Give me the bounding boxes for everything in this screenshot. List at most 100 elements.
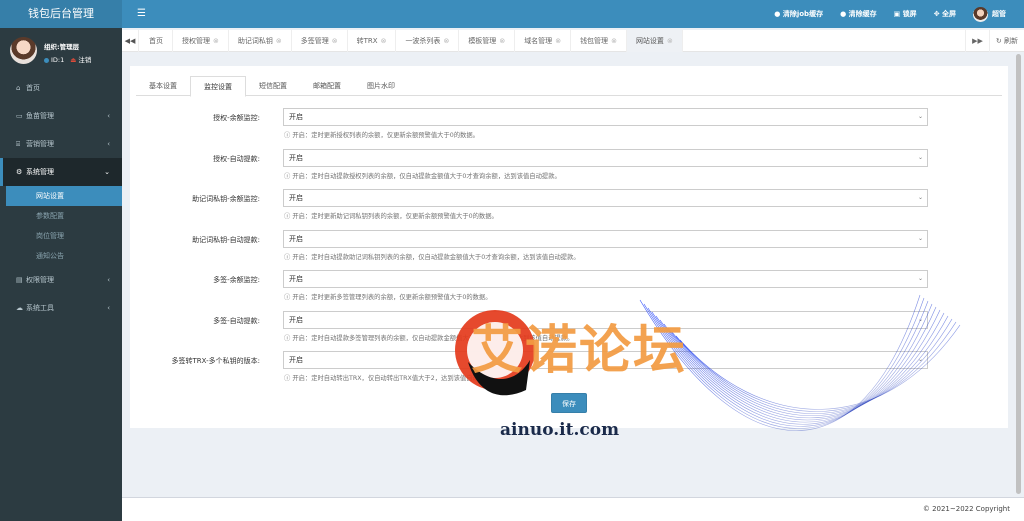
question-icon: ● [840, 10, 849, 18]
footer: © 2021~2022 Copyright [122, 497, 1024, 521]
form-label: 授权-自动提款: [213, 154, 260, 163]
chevron-down-icon: ⌄ [917, 194, 923, 201]
setting-select[interactable]: 开启 ⌄ [283, 229, 928, 248]
tab-actions: ▶▶ ↻ 刷新 [965, 30, 1024, 52]
close-icon[interactable]: ⊗ [555, 37, 561, 45]
header-username[interactable]: 超管 [992, 9, 1006, 19]
chevron-down-icon: ⌄ [917, 234, 923, 242]
tab-label: 转TRX [356, 37, 378, 45]
chevron-left-icon: ‹ [107, 112, 110, 120]
tab-scroll-right-icon[interactable]: ▶▶ [965, 30, 989, 52]
watermark-url: ainuo.it.com [500, 420, 620, 440]
header-action-button[interactable]: ▣ 锁屏 [894, 9, 917, 19]
logout-link[interactable]: 注销 [78, 56, 91, 64]
chevron-down-icon: ⌄ [917, 356, 923, 363]
close-icon[interactable]: ⊗ [499, 37, 505, 45]
help-text: ⓘ 开启：定时更新多签管理列表的余额，仅更新余额预警值大于0的数据。 [284, 292, 492, 301]
close-icon[interactable]: ⊗ [611, 37, 617, 45]
tab-6[interactable]: 模板管理 ⊗ [459, 30, 516, 52]
setting-select[interactable]: 开启 ⌄ [283, 148, 928, 167]
header-avatar[interactable] [973, 6, 988, 22]
sidebar-item-0[interactable]: ⌂ 首页 [0, 74, 122, 102]
tab-label: 授权管理 [182, 37, 210, 45]
tab-1[interactable]: 授权管理 ⊗ [173, 30, 229, 52]
select-value: 开启 [289, 153, 303, 162]
copyright: © 2021~2022 Copyright [922, 505, 1010, 513]
subtab-0[interactable]: 基本设置 [136, 76, 190, 96]
save-button[interactable]: 保存 [551, 393, 587, 413]
scrollbar-thumb[interactable] [1016, 54, 1021, 494]
sidebar-item-4[interactable]: ▤ 权限管理 ‹ [0, 266, 122, 294]
tab-label: 网站设置 [635, 37, 664, 45]
form-label: 多签-余额监控: [213, 276, 260, 284]
select-value: 开启 [289, 315, 303, 324]
tab-7[interactable]: 域名管理 ⊗ [515, 30, 572, 52]
tab-3[interactable]: 多签管理 ⊗ [292, 30, 348, 52]
tab-0[interactable]: 首页 [140, 30, 173, 52]
form-label: 授权-余额监控: [213, 114, 260, 122]
home-icon: ⌂ [16, 84, 21, 92]
chevron-left-icon: ‹ [107, 276, 110, 284]
sidebar-subitem[interactable]: 网站设置 [6, 186, 122, 206]
subtab-1[interactable]: 监控设置 [190, 76, 246, 97]
close-icon[interactable]: ⊗ [667, 37, 673, 45]
fullscreen-icon: ✥ [933, 10, 942, 18]
tab-2[interactable]: 助记词私钥 ⊗ [229, 30, 292, 52]
user-meta: ID:1 ⏏ 注销 [44, 54, 91, 64]
select-value: 开启 [289, 356, 303, 364]
select-value: 开启 [289, 234, 303, 243]
subtab-4[interactable]: 图片水印 [354, 76, 408, 96]
tab-5[interactable]: 一波杀列表 ⊗ [396, 30, 460, 52]
fish-icon: ▭ [16, 112, 23, 120]
sidebar-item-label: 权限管理 [26, 276, 54, 284]
select-value: 开启 [289, 113, 303, 121]
close-icon[interactable]: ⊗ [276, 37, 282, 45]
sidebar-item-3[interactable]: ⚙ 系统管理 ⌄ [0, 158, 122, 186]
scrollbar[interactable] [1015, 54, 1022, 496]
help-text-content: 开启：定时自动提款助记词私钥列表的余额，仅自动提款金额值大于0才查询余额，达到该… [292, 253, 580, 261]
sidebar-item-1[interactable]: ▭ 鱼苗管理 ‹ [0, 102, 122, 130]
logout-icon[interactable]: ⏏ [70, 56, 76, 64]
menu-toggle-icon[interactable]: ☰ [137, 8, 146, 19]
help-text: ⓘ 开启：定时自动转出TRX，仅自动转出TRX值大于2，达到该值自动转出。 [284, 373, 498, 382]
setting-select[interactable]: 开启 ⌄ [283, 189, 928, 207]
header-action-button[interactable]: ● 清除job缓存 [774, 9, 823, 19]
tab-9[interactable]: 网站设置 ⊗ [626, 30, 683, 52]
close-icon[interactable]: ⊗ [332, 37, 338, 45]
sidebar-subitem[interactable]: 通知公告 [0, 246, 122, 266]
chevron-down-icon: ⌄ [104, 168, 110, 176]
header-action-label: 锁屏 [902, 10, 917, 18]
help-text-content: 开启：定时更新助记词私钥列表的余额，仅更新余额预警值大于0的数据。 [292, 213, 498, 220]
cloud-icon: ☁ [16, 304, 23, 312]
subtab-3[interactable]: 邮箱配置 [300, 76, 354, 96]
sidebar-item-5[interactable]: ☁ 系统工具 ‹ [0, 294, 122, 322]
sidebar-subitem[interactable]: 参数配置 [0, 206, 122, 226]
close-icon[interactable]: ⊗ [381, 37, 387, 45]
online-dot-icon [44, 57, 49, 63]
select-value: 开启 [289, 194, 303, 202]
sidebar-item-2[interactable]: ⌸ 营销管理 ‹ [0, 130, 122, 158]
sidebar-item-label: 鱼苗管理 [26, 112, 54, 120]
tab-list: 首页 授权管理 ⊗ 助记词私钥 ⊗ 多签管理 ⊗ 转TRX ⊗ 一波杀列表 ⊗ 模板管理 ⊗ 域名管理 ⊗ 钱… [140, 30, 683, 52]
tab-4[interactable]: 转TRX ⊗ [348, 30, 397, 52]
chevron-left-icon: ‹ [107, 304, 110, 312]
refresh-button[interactable]: ↻ 刷新 [988, 30, 1024, 52]
close-icon[interactable]: ⊗ [213, 37, 219, 45]
setting-select[interactable]: 开启 ⌄ [283, 108, 928, 126]
help-text-content: 开启：定时更新授权列表的余额，仅更新余额预警值大于0的数据。 [292, 132, 479, 139]
tab-scroll-left-icon[interactable]: ◀◀ [122, 30, 139, 52]
list-icon: ▤ [16, 276, 23, 284]
sidebar-subitem[interactable]: 岗位管理 [0, 226, 122, 246]
close-icon[interactable]: ⊗ [443, 37, 449, 45]
chevron-down-icon: ⌄ [917, 153, 923, 161]
help-text-content: 开启：定时自动提款授权列表的余额，仅自动提款金额值大于0才查询余额，达到该值自动… [292, 172, 561, 180]
header-action-button[interactable]: ● 清除缓存 [840, 9, 877, 19]
setting-select[interactable]: 开启 ⌄ [283, 270, 928, 288]
subtab-2[interactable]: 短信配置 [246, 76, 300, 96]
tab-8[interactable]: 钱包管理 ⊗ [571, 30, 627, 52]
sidebar-item-label: 系统管理 [26, 168, 54, 176]
refresh-label: 刷新 [1004, 37, 1018, 45]
help-text: ⓘ 开启：定时更新助记词私钥列表的余额，仅更新余额预警值大于0的数据。 [284, 211, 498, 220]
header: ☰ ● 清除job缓存 ● 清除缓存 ▣ 锁屏 ✥ 全屏 超管 [122, 0, 1024, 28]
header-action-button[interactable]: ✥ 全屏 [934, 9, 956, 19]
